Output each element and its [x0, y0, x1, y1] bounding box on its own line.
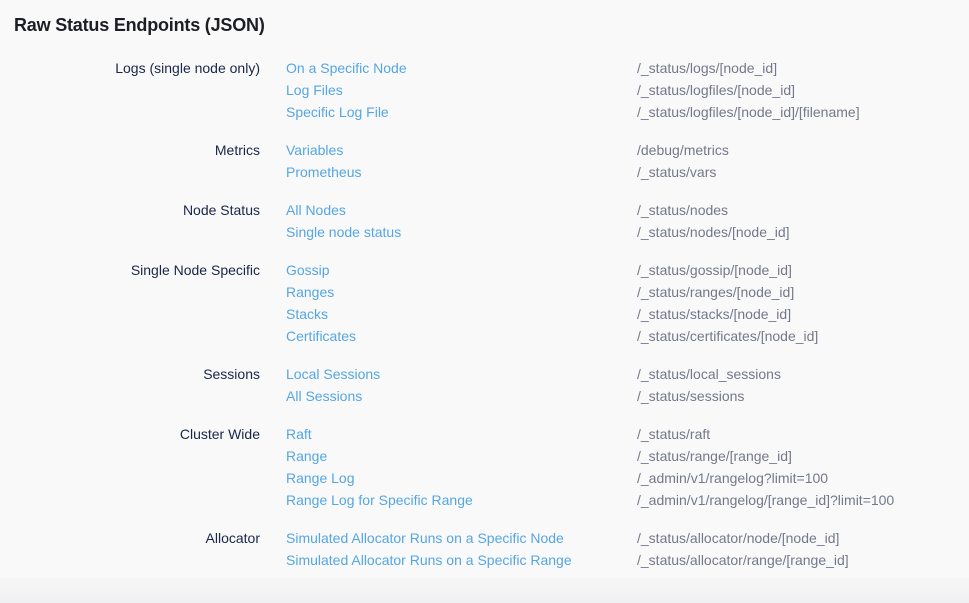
endpoint-group-node-status: Node Status All Nodes Single node status…	[14, 199, 955, 243]
endpoint-link-certificates[interactable]: Certificates	[286, 325, 637, 347]
endpoint-path: /_status/nodes	[637, 199, 955, 221]
endpoint-group-cluster-wide: Cluster Wide Raft Range Range Log Range …	[14, 423, 955, 511]
endpoint-path: /_status/logfiles/[node_id]	[637, 79, 955, 101]
endpoint-link-specific-log-file[interactable]: Specific Log File	[286, 101, 637, 123]
path-column: /_status/allocator/node/[node_id] /_stat…	[637, 527, 955, 571]
endpoint-link-local-sessions[interactable]: Local Sessions	[286, 363, 637, 385]
category-label-single-node-specific: Single Node Specific	[14, 259, 260, 347]
endpoint-path: /_status/sessions	[637, 385, 955, 407]
endpoint-path: /_status/vars	[637, 161, 955, 183]
link-column: Raft Range Range Log Range Log for Speci…	[286, 423, 637, 511]
endpoint-group-logs: Logs (single node only) On a Specific No…	[14, 57, 955, 123]
endpoint-link-gossip[interactable]: Gossip	[286, 259, 637, 281]
endpoint-path: /_status/logfiles/[node_id]/[filename]	[637, 101, 955, 123]
path-column: /_status/logs/[node_id] /_status/logfile…	[637, 57, 955, 123]
path-column: /_status/raft /_status/range/[range_id] …	[637, 423, 955, 511]
endpoint-path: /_status/range/[range_id]	[637, 445, 955, 467]
endpoint-path: /_status/ranges/[node_id]	[637, 281, 955, 303]
endpoint-link-single-node-status[interactable]: Single node status	[286, 221, 637, 243]
link-column: Local Sessions All Sessions	[286, 363, 637, 407]
endpoint-path: /_status/local_sessions	[637, 363, 955, 385]
endpoint-link-on-a-specific-node[interactable]: On a Specific Node	[286, 57, 637, 79]
endpoint-link-ranges[interactable]: Ranges	[286, 281, 637, 303]
endpoint-group-sessions: Sessions Local Sessions All Sessions /_s…	[14, 363, 955, 407]
endpoint-path: /_status/nodes/[node_id]	[637, 221, 955, 243]
endpoint-group-allocator: Allocator Simulated Allocator Runs on a …	[14, 527, 955, 571]
endpoint-link-all-nodes[interactable]: All Nodes	[286, 199, 637, 221]
path-column: /_status/gossip/[node_id] /_status/range…	[637, 259, 955, 347]
debug-endpoints-page: Raw Status Endpoints (JSON) Logs (single…	[0, 0, 969, 571]
endpoint-group-metrics: Metrics Variables Prometheus /debug/metr…	[14, 139, 955, 183]
path-column: /debug/metrics /_status/vars	[637, 139, 955, 183]
category-label-metrics: Metrics	[14, 139, 260, 183]
endpoint-path: /_status/allocator/range/[range_id]	[637, 549, 955, 571]
link-column: Variables Prometheus	[286, 139, 637, 183]
link-column: All Nodes Single node status	[286, 199, 637, 243]
endpoint-link-simulated-allocator-node[interactable]: Simulated Allocator Runs on a Specific N…	[286, 527, 637, 549]
endpoint-path: /_status/certificates/[node_id]	[637, 325, 955, 347]
endpoint-path: /debug/metrics	[637, 139, 955, 161]
category-label-allocator: Allocator	[14, 527, 260, 571]
page-title: Raw Status Endpoints (JSON)	[14, 14, 955, 36]
endpoint-path: /_status/gossip/[node_id]	[637, 259, 955, 281]
category-label-logs: Logs (single node only)	[14, 57, 260, 123]
endpoint-link-simulated-allocator-range[interactable]: Simulated Allocator Runs on a Specific R…	[286, 549, 637, 571]
endpoint-link-log-files[interactable]: Log Files	[286, 79, 637, 101]
endpoint-group-single-node-specific: Single Node Specific Gossip Ranges Stack…	[14, 259, 955, 347]
link-column: Gossip Ranges Stacks Certificates	[286, 259, 637, 347]
endpoint-link-range-log[interactable]: Range Log	[286, 467, 637, 489]
endpoint-path: /_admin/v1/rangelog?limit=100	[637, 467, 955, 489]
endpoint-path: /_admin/v1/rangelog/[range_id]?limit=100	[637, 489, 955, 511]
link-column: Simulated Allocator Runs on a Specific N…	[286, 527, 637, 571]
endpoint-path: /_status/stacks/[node_id]	[637, 303, 955, 325]
endpoint-link-all-sessions[interactable]: All Sessions	[286, 385, 637, 407]
category-label-sessions: Sessions	[14, 363, 260, 407]
endpoint-path: /_status/allocator/node/[node_id]	[637, 527, 955, 549]
endpoint-path: /_status/logs/[node_id]	[637, 57, 955, 79]
category-label-node-status: Node Status	[14, 199, 260, 243]
endpoint-link-prometheus[interactable]: Prometheus	[286, 161, 637, 183]
path-column: /_status/local_sessions /_status/session…	[637, 363, 955, 407]
category-label-cluster-wide: Cluster Wide	[14, 423, 260, 511]
endpoint-link-variables[interactable]: Variables	[286, 139, 637, 161]
endpoint-link-range-log-for-specific-range[interactable]: Range Log for Specific Range	[286, 489, 637, 511]
footer-strip	[0, 577, 969, 603]
path-column: /_status/nodes /_status/nodes/[node_id]	[637, 199, 955, 243]
link-column: On a Specific Node Log Files Specific Lo…	[286, 57, 637, 123]
endpoint-path: /_status/raft	[637, 423, 955, 445]
endpoint-link-stacks[interactable]: Stacks	[286, 303, 637, 325]
endpoint-link-raft[interactable]: Raft	[286, 423, 637, 445]
endpoint-link-range[interactable]: Range	[286, 445, 637, 467]
